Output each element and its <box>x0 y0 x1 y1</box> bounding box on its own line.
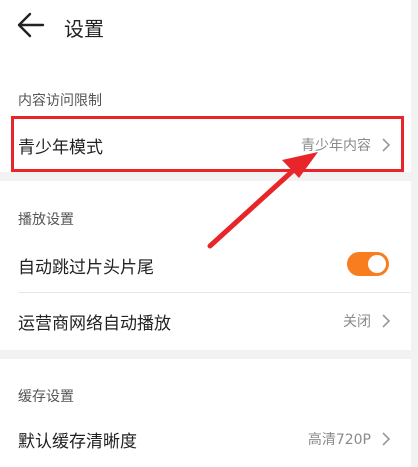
section-separator <box>0 350 411 359</box>
skip-intro-toggle[interactable] <box>347 252 389 276</box>
carrier-autoplay-row[interactable]: 运营商网络自动播放 关闭 <box>0 294 411 348</box>
section-separator <box>0 172 411 181</box>
youth-mode-value: 青少年内容 <box>301 138 371 154</box>
app-header: 设置 <box>0 0 418 62</box>
chevron-right-icon <box>382 314 391 328</box>
skip-intro-row: 自动跳过片头片尾 <box>0 238 411 292</box>
section-title-content-restriction: 内容访问限制 <box>18 93 102 109</box>
carrier-autoplay-label: 运营商网络自动播放 <box>18 314 171 334</box>
section-title-playback: 播放设置 <box>18 212 74 228</box>
toggle-knob <box>368 255 386 273</box>
page-title: 设置 <box>64 17 104 41</box>
chevron-right-icon <box>382 432 391 446</box>
default-quality-value: 高清720P <box>307 432 371 448</box>
section-title-cache: 缓存设置 <box>18 389 74 405</box>
row-divider <box>18 292 411 293</box>
default-quality-label: 默认缓存清晰度 <box>18 432 137 452</box>
skip-intro-label: 自动跳过片头片尾 <box>18 258 154 278</box>
youth-mode-row[interactable]: 青少年模式 青少年内容 <box>0 118 411 172</box>
youth-mode-label: 青少年模式 <box>18 138 103 158</box>
arrow-left-icon <box>17 12 45 38</box>
back-button[interactable] <box>14 10 48 40</box>
carrier-autoplay-value: 关闭 <box>343 314 371 330</box>
chevron-right-icon <box>382 138 391 152</box>
default-quality-row[interactable]: 默认缓存清晰度 高清720P <box>0 412 411 466</box>
right-edge-strip <box>411 0 418 467</box>
